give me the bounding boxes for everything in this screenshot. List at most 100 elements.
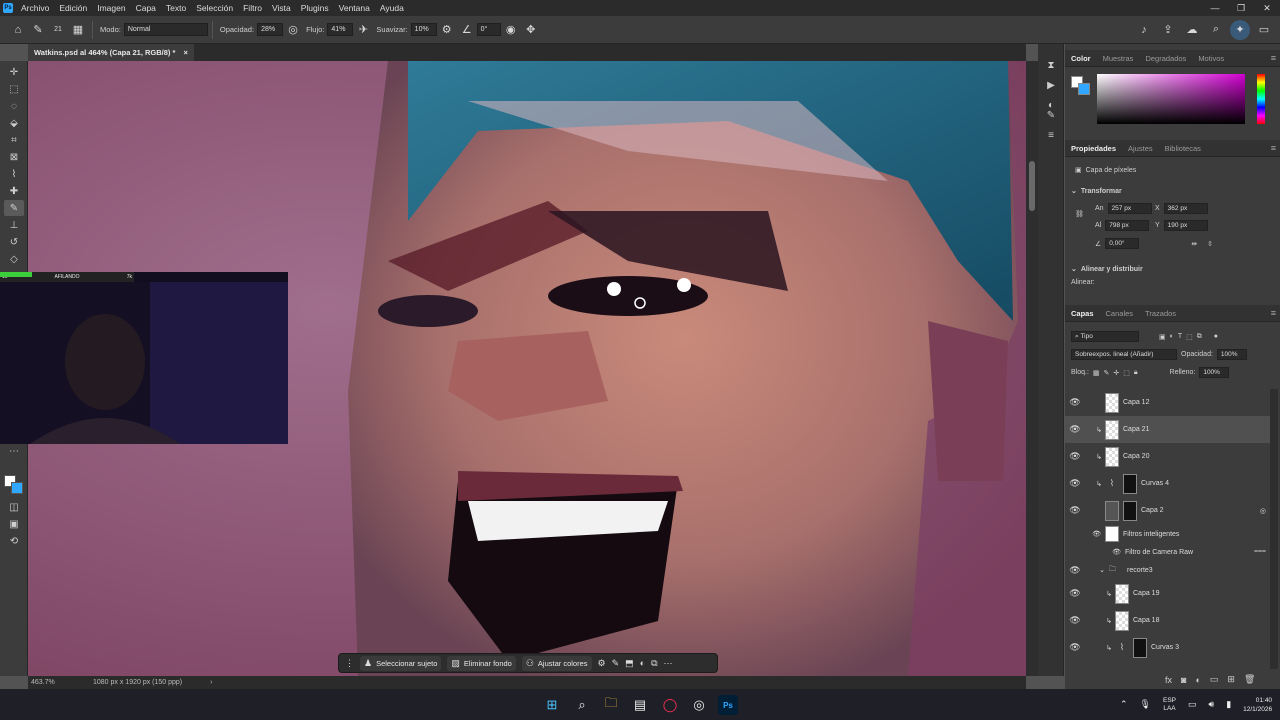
document-tab[interactable]: Watkins.psd al 464% (Capa 21, RGB/8) * × (28, 44, 194, 61)
layers-scrollbar[interactable] (1270, 389, 1278, 669)
menu-imagen[interactable]: Imagen (92, 0, 130, 16)
eye-icon[interactable]: 👁︎ (1065, 615, 1085, 626)
discover-icon[interactable]: ✦ (1230, 19, 1250, 40)
properties-icon[interactable]: ≡ (1044, 128, 1058, 142)
contrast-icon[interactable]: ◐ (640, 658, 645, 668)
tab-layers[interactable]: Capas (1065, 305, 1100, 322)
transform-icon[interactable]: ⬒ (625, 658, 634, 669)
eye-icon[interactable]: 👁︎ (1065, 565, 1085, 576)
color-field[interactable] (1097, 74, 1245, 124)
menu-archivo[interactable]: Archivo (16, 0, 54, 16)
angle-field[interactable]: 0° (476, 23, 501, 36)
lock-pixels-icon[interactable]: ▦ (1093, 369, 1100, 377)
close-tab-icon[interactable]: × (183, 48, 187, 57)
layer-opacity-field[interactable]: 100% (1216, 349, 1247, 360)
tab-properties[interactable]: Propiedades (1065, 140, 1122, 157)
brush-size-icon[interactable]: 21 (48, 20, 68, 40)
store-icon[interactable]: ▤ (630, 695, 650, 715)
obs-icon[interactable]: ◎ (689, 695, 709, 715)
link-icon[interactable]: ⛓ (1075, 210, 1084, 218)
smooth-field[interactable]: 10% (410, 23, 437, 36)
layer-row[interactable]: 👁︎ ↳ ⌇ Curvas 3 (1065, 634, 1270, 661)
eye-icon[interactable]: 👁︎ (1065, 642, 1085, 653)
minimize-icon[interactable]: — (1202, 0, 1228, 16)
tab-paths[interactable]: Trazados (1139, 305, 1182, 322)
lock-artboard-icon[interactable]: ⬚ (1123, 369, 1130, 377)
vertical-scrollbar[interactable] (1026, 61, 1038, 676)
network-icon[interactable]: ▭ (1188, 699, 1197, 710)
settings-icon[interactable]: ⚙ (598, 658, 606, 669)
filter-shape-icon[interactable]: ⬚ (1186, 333, 1193, 341)
frame-tool-icon[interactable]: ⊠ (4, 149, 24, 165)
eye-icon[interactable]: 👁︎ (1065, 530, 1105, 538)
eye-icon[interactable]: 👁︎ (1065, 451, 1085, 462)
panel-menu-icon[interactable]: ≡ (1271, 143, 1276, 153)
more-tools-icon[interactable]: ⋯ (4, 443, 24, 459)
zoom-level[interactable]: 463.7% (31, 679, 87, 686)
delete-layer-icon[interactable]: 🗑︎ (1244, 674, 1255, 685)
eye-icon[interactable]: 👁︎ (1065, 397, 1085, 408)
object-select-tool-icon[interactable]: ⬙ (4, 115, 24, 131)
filter-adjust-icon[interactable]: ◐ (1170, 333, 1174, 340)
cloud-icon[interactable]: ☁ (1182, 20, 1202, 40)
filter-smart-icon[interactable]: ⧉ (1197, 333, 1202, 341)
menu-texto[interactable]: Texto (161, 0, 191, 16)
filter-options-icon[interactable]: ⩶ (1254, 548, 1266, 556)
share-icon[interactable]: ⇪ (1158, 20, 1178, 40)
screen-mode-icon[interactable]: ▣ (4, 516, 24, 532)
layers-icon[interactable]: ⧉ (651, 658, 657, 669)
microphone-icon[interactable]: 🎙︎ (1140, 699, 1151, 710)
tab-swatches[interactable]: Muestras (1097, 50, 1140, 67)
flow-field[interactable]: 41% (327, 23, 354, 36)
file-explorer-icon[interactable]: 🗀︎ (601, 695, 621, 715)
tab-color[interactable]: Color (1065, 50, 1097, 67)
quick-mask-icon[interactable]: ◫ (4, 499, 24, 515)
symmetry-icon[interactable]: ✥ (521, 20, 541, 40)
layer-row-selected[interactable]: 👁︎ ↳ Capa 21 (1065, 416, 1270, 443)
history-brush-icon[interactable]: ↺ (4, 234, 24, 250)
close-icon[interactable]: ✕ (1254, 0, 1280, 16)
layer-row[interactable]: 👁︎ ↳ ⌇ Curvas 4 (1065, 470, 1270, 497)
workspace-icon[interactable]: ▭ (1254, 20, 1274, 40)
mode-select[interactable]: Normal (123, 23, 208, 36)
lasso-tool-icon[interactable]: ◌ (4, 98, 24, 114)
menu-ventana[interactable]: Ventana (334, 0, 375, 16)
eye-icon[interactable]: 👁︎ (1065, 478, 1085, 489)
flip-v-icon[interactable]: ⇳ (1207, 240, 1213, 248)
transform-section[interactable]: ⌄ Transformar (1071, 187, 1122, 196)
height-field[interactable]: 798 px (1105, 220, 1150, 231)
crop-tool-icon[interactable]: ⌗ (4, 132, 24, 148)
brush-icon[interactable]: ✎ (612, 658, 620, 669)
photoshop-taskbar-icon[interactable]: Ps (718, 695, 738, 715)
select-subject-button[interactable]: ♟ Seleccionar sujeto (360, 655, 442, 671)
layer-row-group[interactable]: 👁︎ ⌄ 🗀︎ recorte3 (1065, 560, 1270, 580)
menu-capa[interactable]: Capa (131, 0, 161, 16)
windows-start-icon[interactable]: ⊞ (542, 695, 562, 715)
menu-plugins[interactable]: Plugins (296, 0, 334, 16)
fx-icon[interactable]: fx (1165, 675, 1172, 685)
tab-adjustments[interactable]: Ajustes (1122, 140, 1159, 157)
tab-channels[interactable]: Canales (1100, 305, 1140, 322)
stamp-tool-icon[interactable]: ⊥ (4, 217, 24, 233)
flip-h-icon[interactable]: ⇹ (1191, 240, 1197, 248)
airbrush-icon[interactable]: ✈ (353, 20, 373, 40)
panel-menu-icon[interactable]: ≡ (1271, 308, 1276, 318)
y-field[interactable]: 190 px (1163, 220, 1208, 231)
eye-icon[interactable]: 👁︎ (1065, 505, 1085, 516)
filter-toggle-icon[interactable]: ● (1214, 333, 1218, 340)
x-field[interactable]: 362 px (1163, 203, 1208, 214)
chevron-up-icon[interactable]: ⌃ (1120, 699, 1128, 710)
opera-gx-icon[interactable]: ◯ (660, 695, 680, 715)
new-group-icon[interactable]: ▭ (1210, 674, 1219, 685)
battery-icon[interactable]: ▮ (1226, 699, 1231, 710)
gear-icon[interactable]: ⚙ (437, 20, 457, 40)
layer-row[interactable]: 👁︎ Capa 12 (1065, 389, 1270, 416)
search-icon[interactable]: ⌕ (1206, 20, 1226, 40)
language-indicator[interactable]: ESP LAA (1163, 697, 1176, 713)
clock[interactable]: 01:40 12/1/2026 (1243, 696, 1272, 714)
brush-tool-icon[interactable]: ✎ (4, 200, 24, 216)
smart-filter-icon[interactable]: ◎ (1260, 507, 1266, 515)
layer-row[interactable]: 👁︎ ↳ Capa 19 (1065, 580, 1270, 607)
brush-settings-icon[interactable]: ▦ (68, 20, 88, 40)
layer-row[interactable]: 👁︎ Capa 2 ◎ (1065, 497, 1270, 524)
